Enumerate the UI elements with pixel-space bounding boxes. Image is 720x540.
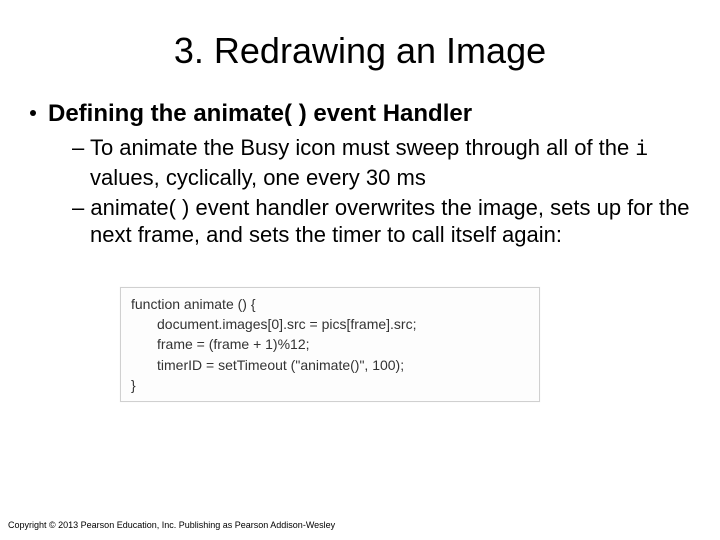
bullet-level-2: – To animate the Busy icon must sweep th…	[30, 134, 690, 192]
bullet-level-1: Defining the animate( ) event Handler	[30, 100, 690, 128]
inline-code-i: i	[635, 139, 648, 162]
slide-title: 3. Redrawing an Image	[30, 30, 690, 72]
code-snippet: function animate () { document.images[0]…	[120, 287, 540, 402]
bullet-level-2: – animate( ) event handler overwrites th…	[30, 194, 690, 249]
bullet-1-text: Defining the animate( ) event Handler	[48, 100, 472, 127]
sub-bullet-1-post: values, cyclically, one every 30 ms	[90, 165, 426, 190]
code-line: document.images[0].src = pics[frame].src…	[131, 314, 529, 334]
copyright-text: Copyright © 2013 Pearson Education, Inc.…	[8, 520, 335, 530]
code-line: function animate () {	[131, 294, 529, 314]
sub-bullet-2-text: – animate( ) event handler overwrites th…	[72, 195, 690, 248]
sub-bullet-1-pre: – To animate the Busy icon must sweep th…	[72, 135, 635, 160]
code-line: frame = (frame + 1)%12;	[131, 334, 529, 354]
slide: 3. Redrawing an Image Defining the anima…	[0, 0, 720, 540]
bullet-dot-icon	[30, 110, 36, 116]
code-line: timerID = setTimeout ("animate()", 100);	[131, 355, 529, 375]
code-line: }	[131, 375, 529, 395]
